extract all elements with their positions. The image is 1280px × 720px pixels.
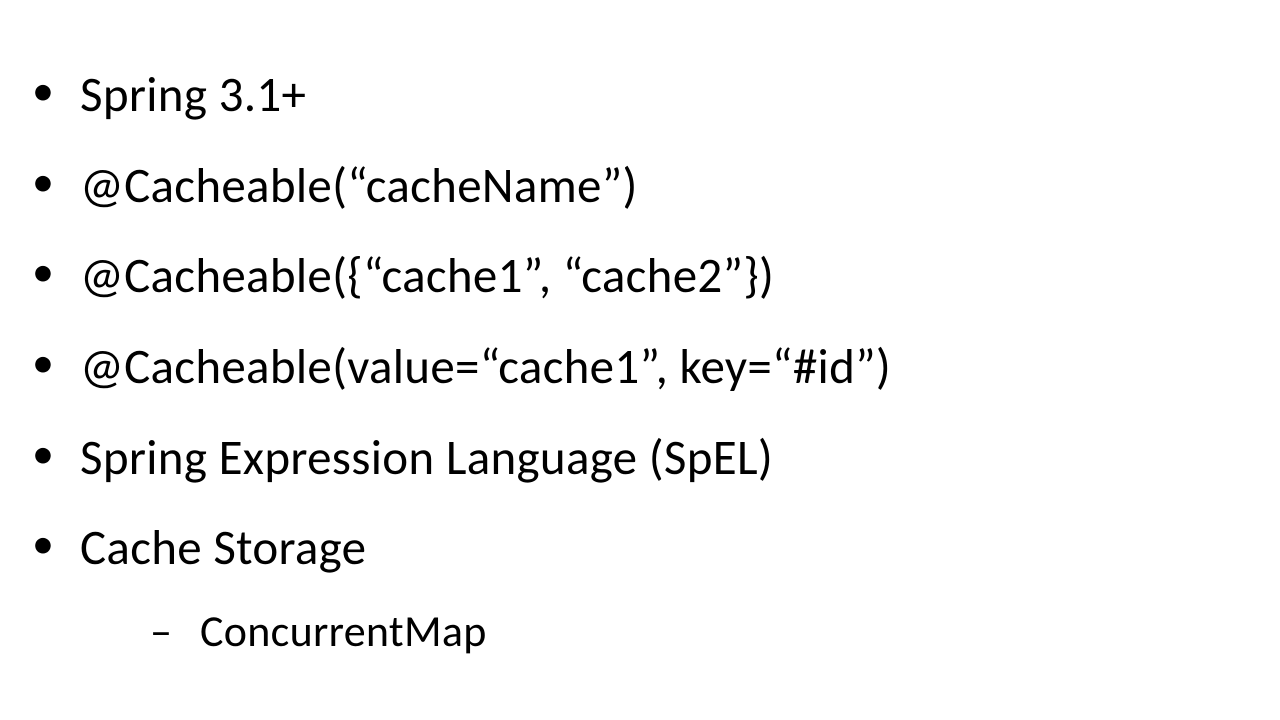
sub-list-item-text: ConcurrentMap (200, 604, 487, 658)
bullet-list: Spring 3.1+ @Cacheable(“cacheName”) @Cac… (20, 50, 1260, 669)
list-item: Spring 3.1+ (20, 50, 1260, 141)
sub-list-item: ConcurrentMap (80, 594, 1260, 669)
list-item: Spring Expression Language (SpEL) (20, 413, 1260, 504)
list-item: Cache Storage ConcurrentMap (20, 503, 1260, 668)
list-item-text: Spring 3.1+ (80, 65, 306, 125)
list-item-text: @Cacheable(value=“cache1”, key=“#id”) (80, 337, 891, 397)
slide-content: Spring 3.1+ @Cacheable(“cacheName”) @Cac… (0, 0, 1280, 669)
list-item: @Cacheable({“cache1”, “cache2”}) (20, 231, 1260, 322)
list-item-text: Cache Storage (80, 518, 366, 578)
list-item: @Cacheable(value=“cache1”, key=“#id”) (20, 322, 1260, 413)
list-item-text: @Cacheable(“cacheName”) (80, 156, 638, 216)
list-item: @Cacheable(“cacheName”) (20, 141, 1260, 232)
sub-bullet-list: ConcurrentMap (80, 594, 1260, 669)
list-item-text: @Cacheable({“cache1”, “cache2”}) (80, 246, 774, 306)
list-item-text: Spring Expression Language (SpEL) (80, 428, 773, 488)
